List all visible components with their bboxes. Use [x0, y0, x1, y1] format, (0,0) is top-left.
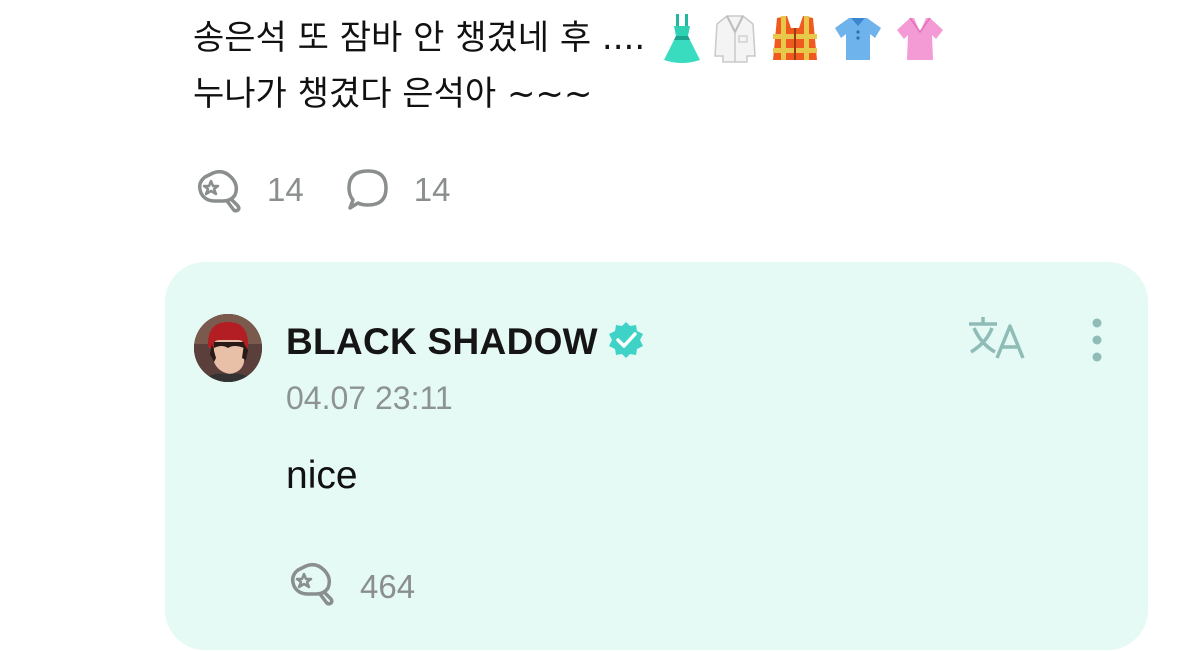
- translate-icon: [965, 317, 1029, 366]
- post-text: 송은석 또 잠바 안 챙겼네 후 ....: [193, 18, 646, 58]
- safety-vest-icon: [769, 12, 821, 64]
- comment-card: BLACK SHADOW 04.07 23:11 nice 464: [165, 262, 1148, 650]
- comment-count: 14: [413, 171, 451, 208]
- post-text-line-2: 누나가 챙겼다 은석아 ~~~: [193, 66, 1093, 122]
- like-count: 14: [267, 171, 304, 208]
- author-name[interactable]: BLACK SHADOW: [286, 321, 598, 363]
- comment-text: nice: [286, 454, 358, 497]
- emoji-row: [663, 12, 945, 64]
- like-icon: [286, 560, 338, 614]
- post-text-line-1: 송은석 또 잠바 안 챙겼네 후 ....: [193, 10, 1093, 66]
- like-icon: [193, 167, 245, 213]
- author-row: BLACK SHADOW: [286, 320, 646, 364]
- like-button[interactable]: 14: [193, 167, 304, 213]
- more-vertical-icon: [1083, 318, 1111, 370]
- comment-like-button[interactable]: 464: [286, 560, 415, 614]
- post-body: 송은석 또 잠바 안 챙겼네 후 .... 누나가 챙겼다 은석아 ~~~: [193, 10, 1093, 122]
- more-options-button[interactable]: [1083, 316, 1111, 366]
- blouse-icon: [895, 12, 945, 64]
- dress-icon: [663, 12, 701, 64]
- comment-button[interactable]: 14: [344, 167, 451, 213]
- comment-icon: [344, 167, 392, 213]
- post-actions: 14 14: [193, 166, 490, 214]
- lab-coat-icon: [713, 12, 757, 64]
- post-text-2: 누나가 챙겼다 은석아 ~~~: [193, 74, 593, 114]
- translate-button[interactable]: [965, 314, 1029, 362]
- comment-like-count: 464: [360, 568, 416, 605]
- comment-timestamp: 04.07 23:11: [286, 380, 453, 416]
- verified-badge-icon: [606, 320, 646, 364]
- avatar[interactable]: [194, 314, 262, 382]
- tshirt-icon: [833, 12, 883, 64]
